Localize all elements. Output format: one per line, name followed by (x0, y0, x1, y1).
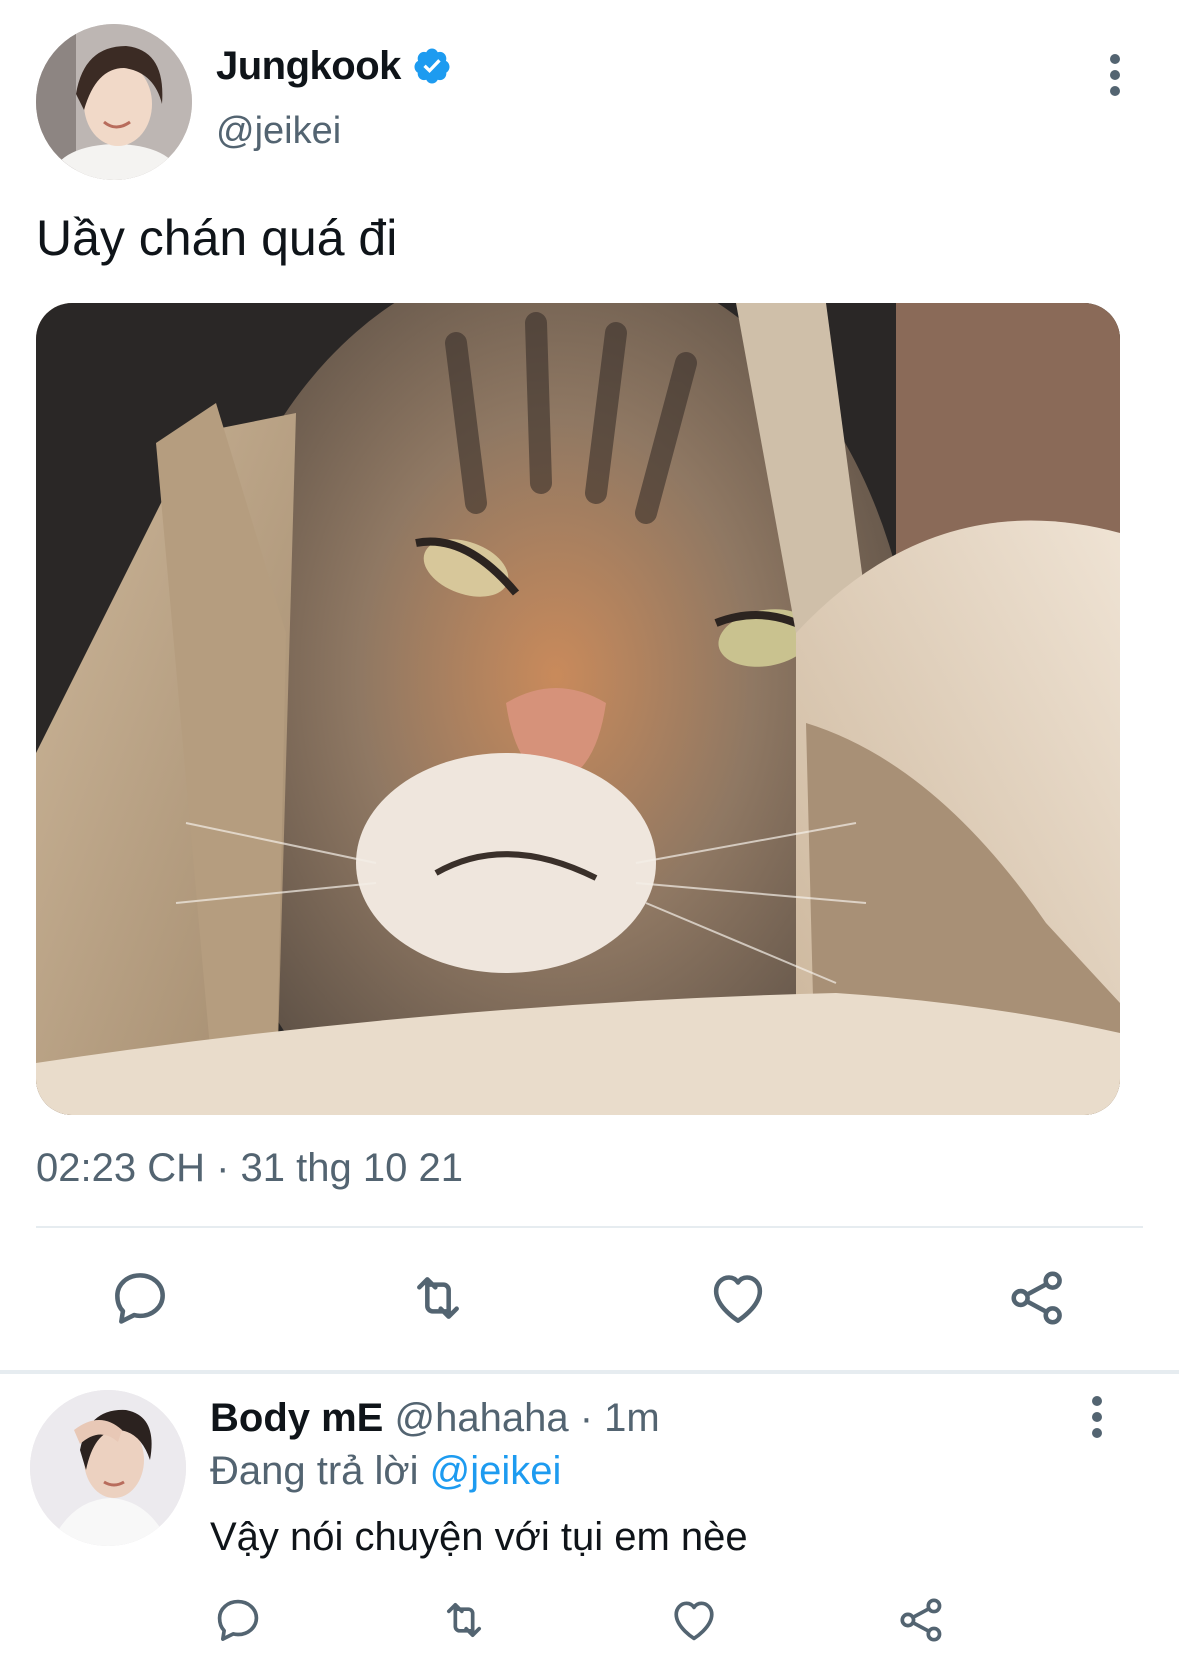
section-divider (0, 1370, 1179, 1374)
avatar-image (36, 24, 192, 180)
avatar-image (30, 1390, 186, 1546)
author-name[interactable]: Jungkook (216, 42, 401, 90)
reply-separator: · (579, 1396, 594, 1440)
reply-icon (217, 1599, 259, 1641)
reply-time[interactable]: 1m (604, 1396, 660, 1440)
share-button[interactable] (896, 1594, 948, 1646)
reply-icon (115, 1273, 165, 1324)
author-avatar[interactable] (36, 24, 192, 180)
reply-button[interactable] (108, 1266, 172, 1330)
share-icon (1011, 1271, 1062, 1325)
heart-icon (713, 1275, 763, 1323)
reply-button[interactable] (212, 1594, 264, 1646)
replying-to-line: Đang trả lời @jeikei (210, 1447, 561, 1495)
share-icon (900, 1598, 942, 1642)
divider (36, 1226, 1143, 1228)
like-button[interactable] (706, 1266, 770, 1330)
verified-badge-icon (412, 46, 452, 86)
tweet-timestamp[interactable]: 02:23 CH · 31 thg 10 21 (36, 1144, 463, 1192)
reply-header: Body mE @hahaha · 1m (210, 1394, 660, 1442)
tweet-text: Uầy chán quá đi (36, 210, 398, 266)
reply-text: Vậy nói chuyện với tụi em nèe (210, 1515, 748, 1559)
replying-to-label: Đang trả lời (210, 1449, 419, 1493)
heart-icon (674, 1601, 714, 1641)
retweet-icon (446, 1602, 482, 1638)
reply-author-name[interactable]: Body mE (210, 1396, 383, 1440)
like-button[interactable] (668, 1594, 720, 1646)
reply-author-avatar[interactable] (30, 1390, 186, 1546)
retweet-button[interactable] (438, 1594, 490, 1646)
reply-author-handle[interactable]: @hahaha (394, 1396, 568, 1440)
retweet-button[interactable] (406, 1266, 470, 1330)
tweet-media-image[interactable] (36, 303, 1120, 1115)
retweet-icon (417, 1277, 459, 1319)
author-handle[interactable]: @jeikei (216, 108, 341, 154)
replying-to-link[interactable]: @jeikei (430, 1449, 562, 1493)
more-options-icon[interactable] (1100, 52, 1130, 98)
share-button[interactable] (1006, 1266, 1070, 1330)
cat-photo (36, 303, 1120, 1115)
more-options-icon[interactable] (1082, 1394, 1112, 1440)
